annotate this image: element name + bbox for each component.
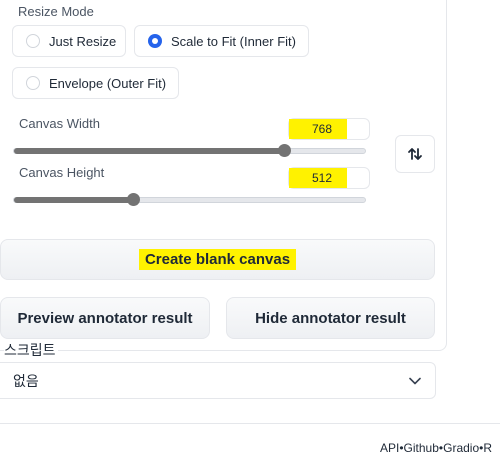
radio-label: Scale to Fit (Inner Fit) bbox=[171, 33, 296, 49]
create-blank-canvas-label: Create blank canvas bbox=[138, 249, 297, 270]
footer-link-github[interactable]: Github bbox=[404, 441, 439, 455]
footer-links: API•Github•Gradio•R bbox=[380, 441, 492, 455]
radio-circle-icon bbox=[26, 34, 40, 48]
chevron-down-icon bbox=[409, 377, 421, 385]
footer-divider bbox=[0, 423, 500, 424]
preview-annotator-button[interactable]: Preview annotator result bbox=[0, 297, 210, 339]
script-dropdown[interactable]: 없음 bbox=[0, 362, 436, 399]
radio-label: Envelope (Outer Fit) bbox=[49, 75, 167, 91]
canvas-width-label: Canvas Width bbox=[19, 116, 100, 131]
radio-just-resize[interactable]: Just Resize bbox=[12, 25, 126, 57]
radio-selected-icon bbox=[148, 34, 162, 48]
script-label: 스크립트 bbox=[4, 340, 58, 360]
resize-mode-label: Resize Mode bbox=[18, 4, 94, 19]
footer-link-api[interactable]: API bbox=[380, 441, 399, 455]
canvas-height-label: Canvas Height bbox=[19, 165, 105, 180]
radio-label: Just Resize bbox=[49, 33, 117, 49]
hide-annotator-button[interactable]: Hide annotator result bbox=[226, 297, 435, 339]
canvas-width-input[interactable]: 768 bbox=[288, 118, 370, 140]
radio-scale-to-fit[interactable]: Scale to Fit (Inner Fit) bbox=[134, 25, 309, 57]
canvas-height-value: 512 bbox=[311, 171, 333, 185]
radio-circle-icon bbox=[26, 76, 40, 90]
swap-vertical-arrows-icon bbox=[408, 148, 422, 160]
create-blank-canvas-button[interactable]: Create blank canvas bbox=[0, 239, 435, 280]
footer-link-more[interactable]: R bbox=[483, 441, 492, 455]
canvas-height-input[interactable]: 512 bbox=[288, 167, 370, 189]
hide-annotator-label: Hide annotator result bbox=[255, 309, 406, 327]
footer-link-gradio[interactable]: Gradio bbox=[443, 441, 479, 455]
preview-annotator-label: Preview annotator result bbox=[17, 309, 193, 327]
canvas-width-slider[interactable] bbox=[13, 144, 366, 157]
canvas-height-slider[interactable] bbox=[13, 193, 366, 206]
slider-fill bbox=[14, 148, 285, 154]
canvas-width-value: 768 bbox=[311, 122, 333, 136]
radio-envelope[interactable]: Envelope (Outer Fit) bbox=[12, 67, 179, 99]
swap-dimensions-button[interactable] bbox=[395, 135, 435, 173]
script-selected-value: 없음 bbox=[13, 372, 39, 389]
slider-fill bbox=[14, 197, 134, 203]
